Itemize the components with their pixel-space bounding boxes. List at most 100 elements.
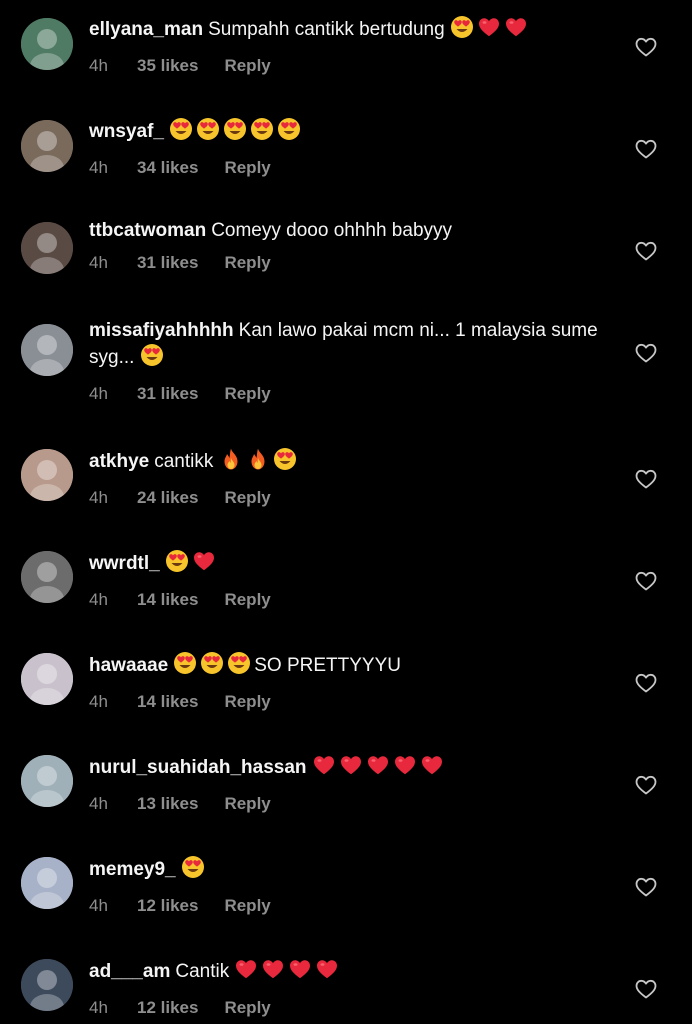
comment-body: hawaaae SO PRETTYYYU 4h 14 likes Reply xyxy=(89,651,609,712)
reply-button[interactable]: Reply xyxy=(224,488,270,508)
comment-body: ttbcatwoman Comeyy dooo ohhhh babyyy 4h 31 … xyxy=(89,219,609,273)
comment-text: ellyana_man Sumpahh cantikk bertudung xyxy=(89,15,609,46)
avatar[interactable] xyxy=(21,222,73,274)
heart-outline-icon[interactable] xyxy=(634,35,658,59)
username-link[interactable]: nurul_suahidah_hassan xyxy=(89,757,307,778)
comment-meta: 4h 31 likes Reply xyxy=(89,384,609,404)
heart-outline-icon[interactable] xyxy=(634,773,658,797)
comment-meta: 4h 12 likes Reply xyxy=(89,896,609,916)
avatar[interactable] xyxy=(21,18,73,70)
timestamp: 4h xyxy=(89,384,108,403)
reply-button[interactable]: Reply xyxy=(224,794,270,814)
reply-button[interactable]: Reply xyxy=(224,692,270,712)
heart-eyes-emoji xyxy=(250,117,274,148)
username-link[interactable]: hawaaae xyxy=(89,655,168,676)
heart-outline-icon[interactable] xyxy=(634,137,658,161)
comment-meta: 4h 14 likes Reply xyxy=(89,692,609,712)
heart-outline-icon[interactable] xyxy=(634,239,658,263)
timestamp: 4h xyxy=(89,488,108,507)
likes-count[interactable]: 12 likes xyxy=(137,998,198,1018)
comment-meta: 4h 31 likes Reply xyxy=(89,253,609,273)
comment-message: Comeyy dooo ohhhh babyyy xyxy=(211,220,453,241)
comment-body: atkhye cantikk 4h 24 likes Reply xyxy=(89,447,609,508)
heart-outline-icon[interactable] xyxy=(634,569,658,593)
likes-count[interactable]: 14 likes xyxy=(137,692,198,712)
comment-message: SO PRETTYYYU xyxy=(254,655,401,676)
avatar[interactable] xyxy=(21,959,73,1011)
avatar[interactable] xyxy=(21,324,73,376)
red-heart-emoji xyxy=(192,549,216,580)
avatar[interactable] xyxy=(21,755,73,807)
heart-eyes-emoji xyxy=(165,549,189,580)
username-link[interactable]: missafiyahhhhh xyxy=(89,320,234,341)
username-link[interactable]: atkhye xyxy=(89,451,149,472)
username-link[interactable]: ttbcatwoman xyxy=(89,220,206,241)
likes-count[interactable]: 14 likes xyxy=(137,590,198,610)
avatar[interactable] xyxy=(21,449,73,501)
heart-eyes-emoji xyxy=(273,447,297,478)
comment-meta: 4h 35 likes Reply xyxy=(89,56,609,76)
username-link[interactable]: memey9_ xyxy=(89,859,176,880)
username-link[interactable]: wnsyaf_ xyxy=(89,121,164,142)
heart-outline-icon[interactable] xyxy=(634,467,658,491)
timestamp: 4h xyxy=(89,590,108,609)
red-heart-emoji xyxy=(420,753,444,784)
likes-count[interactable]: 35 likes xyxy=(137,56,198,76)
username-link[interactable]: ellyana_man xyxy=(89,19,203,40)
reply-button[interactable]: Reply xyxy=(224,158,270,178)
comment-meta: 4h 12 likes Reply xyxy=(89,998,609,1018)
comment-body: ellyana_man Sumpahh cantikk bertudung 4h 3… xyxy=(89,15,609,76)
red-heart-emoji xyxy=(366,753,390,784)
reply-button[interactable]: Reply xyxy=(224,590,270,610)
comment-body: missafiyahhhhh Kan lawo pakai mcm ni... 1… xyxy=(89,319,609,404)
reply-button[interactable]: Reply xyxy=(224,253,270,273)
avatar[interactable] xyxy=(21,857,73,909)
comment-meta: 4h 13 likes Reply xyxy=(89,794,609,814)
timestamp: 4h xyxy=(89,692,108,711)
avatar[interactable] xyxy=(21,120,73,172)
red-heart-emoji xyxy=(315,957,339,988)
red-heart-emoji xyxy=(312,753,336,784)
comment-message: cantikk xyxy=(154,451,214,472)
heart-outline-icon[interactable] xyxy=(634,875,658,899)
likes-count[interactable]: 31 likes xyxy=(137,253,198,273)
heart-eyes-emoji xyxy=(450,15,474,46)
comment-text: wnsyaf_ xyxy=(89,117,609,148)
red-heart-emoji xyxy=(234,957,258,988)
heart-outline-icon[interactable] xyxy=(634,341,658,365)
comment-text: ad___am Cantik xyxy=(89,957,609,988)
comment-text: ttbcatwoman Comeyy dooo ohhhh babyyy xyxy=(89,219,609,243)
heart-outline-icon[interactable] xyxy=(634,977,658,1001)
heart-eyes-emoji xyxy=(196,117,220,148)
reply-button[interactable]: Reply xyxy=(224,896,270,916)
timestamp: 4h xyxy=(89,56,108,75)
heart-eyes-emoji xyxy=(169,117,193,148)
red-heart-emoji xyxy=(339,753,363,784)
heart-outline-icon[interactable] xyxy=(634,671,658,695)
red-heart-emoji xyxy=(288,957,312,988)
comment-text: memey9_ xyxy=(89,855,609,886)
likes-count[interactable]: 24 likes xyxy=(137,488,198,508)
timestamp: 4h xyxy=(89,998,108,1017)
heart-eyes-emoji xyxy=(140,343,164,374)
heart-eyes-emoji xyxy=(181,855,205,886)
comment-meta: 4h 24 likes Reply xyxy=(89,488,609,508)
likes-count[interactable]: 12 likes xyxy=(137,896,198,916)
heart-eyes-emoji xyxy=(173,651,197,682)
avatar[interactable] xyxy=(21,551,73,603)
likes-count[interactable]: 31 likes xyxy=(137,384,198,404)
reply-button[interactable]: Reply xyxy=(224,56,270,76)
comment-text: hawaaae SO PRETTYYYU xyxy=(89,651,609,682)
username-link[interactable]: ad___am xyxy=(89,961,170,982)
comment-text: atkhye cantikk xyxy=(89,447,609,478)
reply-button[interactable]: Reply xyxy=(224,998,270,1018)
likes-count[interactable]: 34 likes xyxy=(137,158,198,178)
avatar[interactable] xyxy=(21,653,73,705)
username-link[interactable]: wwrdtl_ xyxy=(89,553,160,574)
comment-text: wwrdtl_ xyxy=(89,549,609,580)
likes-count[interactable]: 13 likes xyxy=(137,794,198,814)
heart-eyes-emoji xyxy=(277,117,301,148)
red-heart-emoji xyxy=(261,957,285,988)
reply-button[interactable]: Reply xyxy=(224,384,270,404)
timestamp: 4h xyxy=(89,794,108,813)
